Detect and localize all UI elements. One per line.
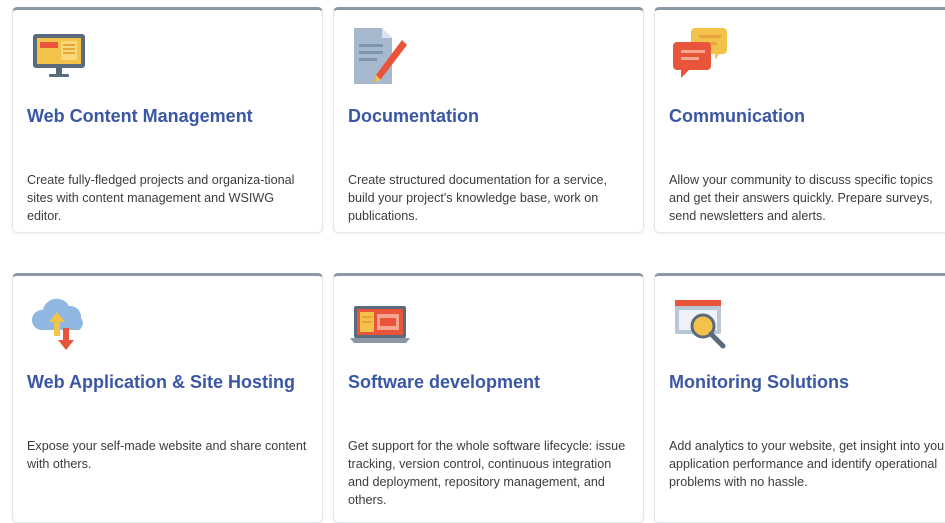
laptop-code-icon <box>348 292 414 352</box>
card-title[interactable]: Web Content Management <box>27 106 253 127</box>
card-software-development[interactable]: Software development Get support for the… <box>333 273 644 523</box>
card-description: Get support for the whole software lifec… <box>348 439 626 507</box>
card-title[interactable]: Web Application & Site Hosting <box>27 372 295 393</box>
card-description: Create fully-fledged projects and organi… <box>27 173 295 223</box>
chat-bubbles-icon <box>669 26 735 86</box>
card-web-content-management[interactable]: Web Content Management Create fully-fled… <box>12 7 323 233</box>
monitor-icon <box>27 26 93 86</box>
cloud-upload-download-icon <box>27 292 93 352</box>
card-monitoring-solutions[interactable]: Monitoring Solutions Add analytics to yo… <box>654 273 945 523</box>
card-description: Expose your self-made website and share … <box>27 439 307 471</box>
card-title[interactable]: Communication <box>669 106 805 127</box>
card-description: Create structured documentation for a se… <box>348 173 607 223</box>
card-web-application-hosting[interactable]: Web Application & Site Hosting Expose yo… <box>12 273 323 523</box>
card-communication[interactable]: Communication Allow your community to di… <box>654 7 945 233</box>
card-description: Allow your community to discuss specific… <box>669 173 933 223</box>
card-title[interactable]: Documentation <box>348 106 479 127</box>
card-title[interactable]: Monitoring Solutions <box>669 372 849 393</box>
monitor-magnifier-icon <box>669 292 735 352</box>
card-description: Add analytics to your website, get insig… <box>669 439 945 489</box>
document-pen-icon <box>348 26 414 86</box>
card-documentation[interactable]: Documentation Create structured document… <box>333 7 644 233</box>
card-title[interactable]: Software development <box>348 372 540 393</box>
